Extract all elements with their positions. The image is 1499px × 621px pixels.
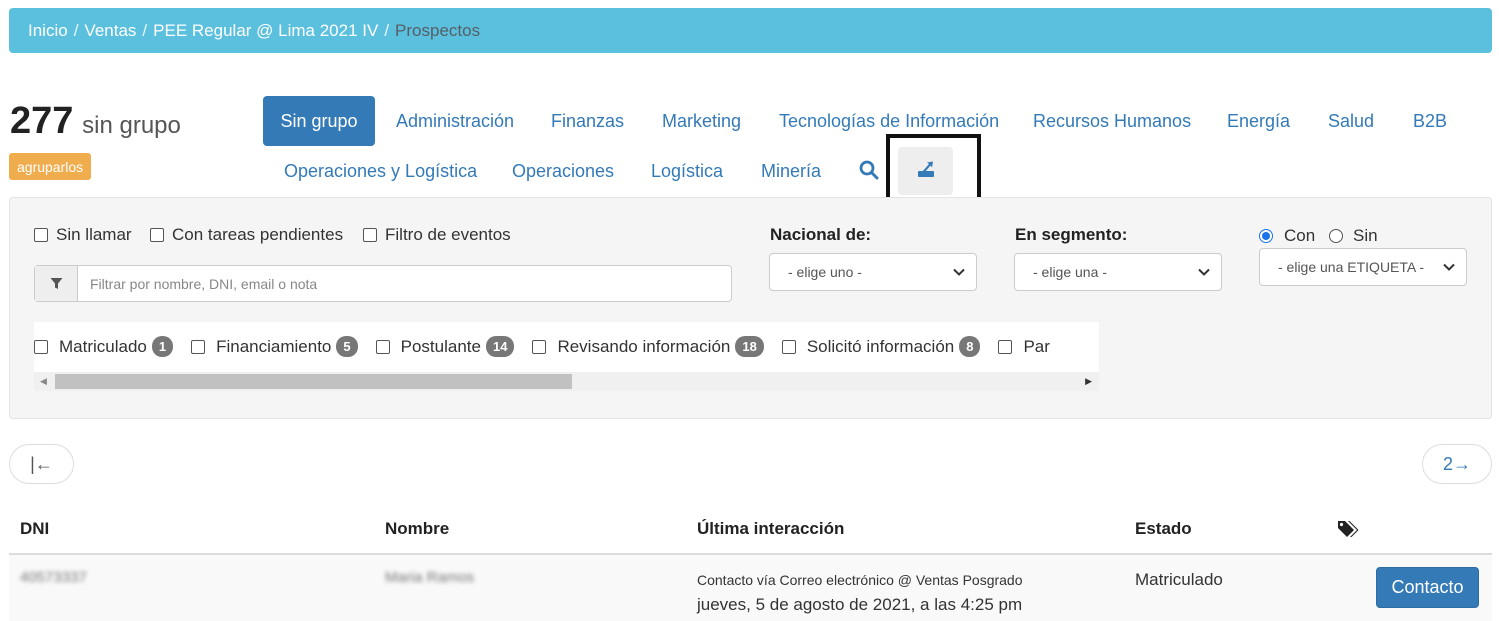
radio-con[interactable]: Con: [1259, 226, 1315, 246]
search-input[interactable]: [78, 266, 731, 301]
group-them-button[interactable]: agruparlos: [9, 153, 92, 180]
tab-tecnologias[interactable]: Tecnologías de Información: [779, 111, 999, 132]
checkbox[interactable]: [998, 339, 1013, 354]
horizontal-scrollbar[interactable]: ◀ ▶: [34, 372, 1099, 391]
column-header-nombre: Nombre: [385, 519, 450, 538]
row-interaction-date: jueves, 5 de agosto de 2021, a las 4:25 …: [697, 595, 1023, 614]
check-label: Filtro de eventos: [385, 225, 511, 244]
status-label: Revisando información: [557, 336, 731, 356]
status-matriculado[interactable]: Matriculado 1: [34, 336, 174, 357]
radio[interactable]: [1329, 229, 1343, 243]
column-header-interaccion: Última interacción: [697, 519, 845, 538]
checkbox[interactable]: [34, 339, 48, 354]
check-con-tareas[interactable]: Con tareas pendientes: [150, 225, 343, 245]
status-solicito[interactable]: Solicitó información 8: [781, 336, 981, 357]
ungrouped-count: 277 sin grupo: [10, 100, 181, 143]
count-badge: 14: [485, 336, 515, 357]
checkbox[interactable]: [781, 339, 796, 354]
export-icon: [916, 160, 936, 183]
row-interaction-channel: Contacto vía Correo electrónico @ Ventas…: [697, 572, 1023, 588]
tab-logistica[interactable]: Logística: [651, 161, 723, 182]
chevron-down-icon: [953, 268, 965, 276]
column-header-estado: Estado: [1135, 519, 1192, 538]
status-label: Postulante: [400, 336, 481, 356]
tab-salud[interactable]: Salud: [1328, 111, 1374, 132]
count-badge: 8: [959, 336, 981, 357]
radio-sin[interactable]: Sin: [1329, 226, 1378, 246]
tab-sin-grupo[interactable]: Sin grupo: [263, 96, 375, 146]
breadcrumb-current: Prospectos: [395, 20, 481, 40]
next-page-button[interactable]: 2→: [1422, 444, 1492, 484]
nacional-label: Nacional de:: [770, 225, 872, 244]
status-label: Financiamiento: [216, 336, 332, 356]
status-scroller: Matriculado 1 Financiamiento 5 Postulant…: [34, 322, 1099, 391]
tab-energia[interactable]: Energía: [1227, 111, 1290, 132]
segmento-select[interactable]: - elige una -: [1014, 253, 1222, 291]
count-label: sin grupo: [82, 112, 181, 139]
column-header-dni: DNI: [20, 519, 50, 538]
etiqueta-value: - elige una ETIQUETA -: [1278, 259, 1425, 275]
scroll-left-icon[interactable]: ◀: [40, 376, 47, 387]
segmento-value: - elige una -: [1033, 264, 1107, 280]
tags-icon: [1337, 519, 1361, 544]
breadcrumb-ventas[interactable]: Ventas: [84, 21, 136, 41]
checkbox[interactable]: [375, 339, 390, 354]
segmento-label: En segmento:: [1015, 225, 1128, 244]
row-dni: 40573337: [20, 569, 87, 586]
radio[interactable]: [1259, 229, 1273, 243]
check-filtro-eventos[interactable]: Filtro de eventos: [363, 225, 511, 245]
count-badge: 5: [336, 336, 358, 357]
nacional-value: - elige uno -: [788, 264, 862, 280]
tab-operaciones[interactable]: Operaciones: [512, 161, 614, 182]
check-sin-llamar[interactable]: Sin llamar: [34, 225, 132, 245]
status-label: Matriculado: [59, 336, 147, 356]
breadcrumb-separator: /: [73, 20, 79, 40]
breadcrumb-separator: /: [142, 20, 148, 40]
tab-b2b[interactable]: B2B: [1413, 111, 1447, 132]
chevron-down-icon: [1442, 260, 1456, 274]
tab-recursos-humanos[interactable]: Recursos Humanos: [1033, 111, 1191, 132]
status-financiamiento[interactable]: Financiamiento 5: [191, 336, 358, 357]
status-partial[interactable]: Par: [998, 336, 1050, 357]
status-label: Solicitó información: [806, 336, 955, 356]
status-strip: Matriculado 1 Financiamiento 5 Postulant…: [34, 336, 1068, 357]
checkbox[interactable]: [532, 339, 547, 354]
first-page-button[interactable]: |←: [9, 444, 74, 484]
checkbox[interactable]: [34, 228, 48, 242]
breadcrumb-inicio[interactable]: Inicio: [28, 21, 68, 41]
tab-marketing[interactable]: Marketing: [662, 111, 741, 132]
radio-label: Sin: [1353, 226, 1378, 245]
count-badge: 1: [151, 336, 174, 357]
breadcrumb-separator: /: [384, 20, 390, 40]
row-estado: Matriculado: [1135, 570, 1223, 589]
breadcrumb-program[interactable]: PEE Regular @ Lima 2021 IV: [153, 21, 378, 41]
row-nombre[interactable]: Maria Ramos: [385, 569, 474, 586]
checkbox[interactable]: [191, 339, 206, 354]
scroll-right-icon[interactable]: ▶: [1085, 376, 1092, 387]
check-label: Con tareas pendientes: [172, 225, 344, 244]
count-number: 277: [10, 100, 74, 142]
breadcrumb: Inicio / Ventas / PEE Regular @ Lima 202…: [9, 8, 1492, 53]
checkbox[interactable]: [150, 228, 164, 242]
export-button[interactable]: [898, 147, 953, 195]
contact-button[interactable]: Contacto: [1376, 567, 1479, 608]
search-group: [34, 265, 732, 302]
status-postulante[interactable]: Postulante 14: [375, 336, 515, 357]
search-icon[interactable]: [859, 160, 879, 180]
chevron-down-icon: [1198, 268, 1210, 276]
tab-administracion[interactable]: Administración: [396, 111, 514, 132]
tab-mineria[interactable]: Minería: [761, 161, 821, 182]
check-label: Sin llamar: [56, 225, 132, 244]
tab-operaciones-logistica[interactable]: Operaciones y Logística: [284, 161, 477, 182]
count-badge: 18: [735, 336, 764, 357]
scroll-thumb[interactable]: [55, 374, 572, 389]
radio-label: Con: [1284, 226, 1316, 245]
filter-icon: [35, 266, 78, 301]
nacional-select[interactable]: - elige uno -: [769, 253, 977, 291]
tab-finanzas[interactable]: Finanzas: [551, 111, 624, 132]
status-revisando[interactable]: Revisando información 18: [532, 336, 764, 357]
status-label: Par: [1023, 336, 1050, 356]
checkbox[interactable]: [363, 228, 377, 242]
etiqueta-select[interactable]: - elige una ETIQUETA -: [1259, 248, 1467, 286]
